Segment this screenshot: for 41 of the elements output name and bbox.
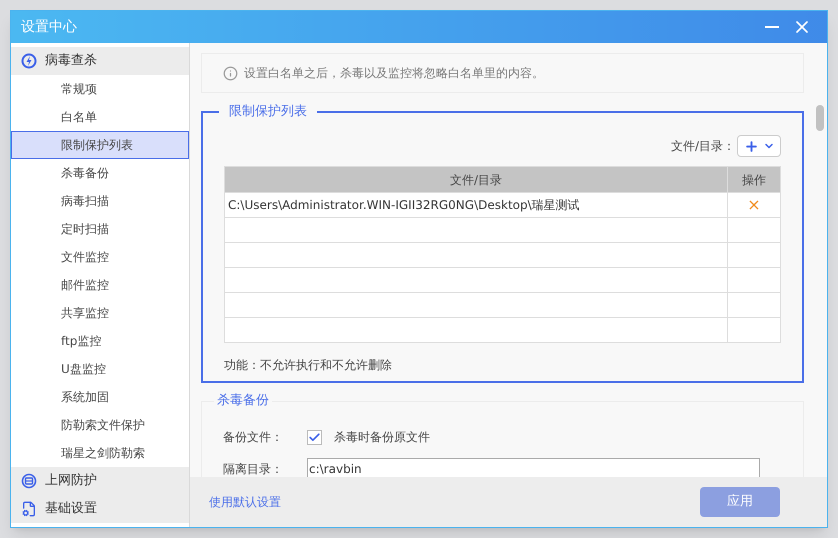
sidebar-group[interactable]: 基础设置 xyxy=(11,495,189,523)
info-icon xyxy=(223,66,238,80)
row-label: 隔离目录： xyxy=(223,461,284,477)
sidebar-item[interactable]: 邮件监控 xyxy=(11,271,189,299)
sidebar-item[interactable]: 共享监控 xyxy=(11,299,189,327)
group-label: 上网防护 xyxy=(45,472,97,490)
window-title: 设置中心 xyxy=(21,18,78,36)
sidebar-item[interactable]: 病毒扫描 xyxy=(11,187,189,215)
row-label: 备份文件： xyxy=(223,429,284,446)
sidebar-group[interactable]: 病毒查杀 xyxy=(11,47,189,75)
add-label: 文件/目录： xyxy=(670,138,735,155)
checkbox-label: 杀毒时备份原文件 xyxy=(334,429,430,446)
checkbox[interactable] xyxy=(307,430,322,444)
group-label: 基础设置 xyxy=(45,500,97,518)
sidebar-item[interactable]: 白名单 xyxy=(11,103,189,131)
sidebar-item[interactable]: 防勒索文件保护 xyxy=(11,411,189,439)
plus-icon xyxy=(744,138,758,154)
sidebar-item[interactable]: 杀毒备份 xyxy=(11,159,189,187)
settings-icon xyxy=(21,501,37,517)
sidebar-item[interactable]: ftp监控 xyxy=(11,327,189,355)
sidebar-item[interactable]: 限制保护列表 xyxy=(11,131,189,159)
bolt-icon xyxy=(21,53,37,69)
default-settings-link[interactable]: 使用默认设置 xyxy=(209,493,281,511)
column-header: 操作 xyxy=(741,172,767,188)
table-cell: C:\Users\Administrator.WIN-IGII32RG0NG\Desktop\瑞星测试 xyxy=(225,193,728,217)
function-note: 功能：不允许执行和不允许删除 xyxy=(224,357,393,374)
directory-field[interactable]: c:\ravbin xyxy=(307,458,760,477)
sidebar-item[interactable]: 系统加固 xyxy=(11,383,189,411)
add-dropdown-button[interactable] xyxy=(737,135,781,157)
notice-text: 设置白名单之后，杀毒以及监控将忽略白名单里的内容。 xyxy=(244,65,544,82)
column-header: 文件/目录 xyxy=(225,167,728,192)
sidebar-item[interactable]: 文件监控 xyxy=(11,243,189,271)
sidebar-item[interactable]: U盘监控 xyxy=(11,355,189,383)
minimize-icon xyxy=(765,26,779,28)
sidebar-item[interactable]: 定时扫描 xyxy=(11,215,189,243)
sidebar-group[interactable]: 上网防护 xyxy=(11,467,189,495)
group-label: 病毒查杀 xyxy=(45,52,97,70)
web-icon xyxy=(21,473,37,489)
sidebar-item[interactable]: 瑞星之剑防勒索 xyxy=(11,439,189,467)
sidebar-item[interactable]: 常规项 xyxy=(11,75,189,103)
scrollbar-thumb[interactable] xyxy=(816,105,824,131)
